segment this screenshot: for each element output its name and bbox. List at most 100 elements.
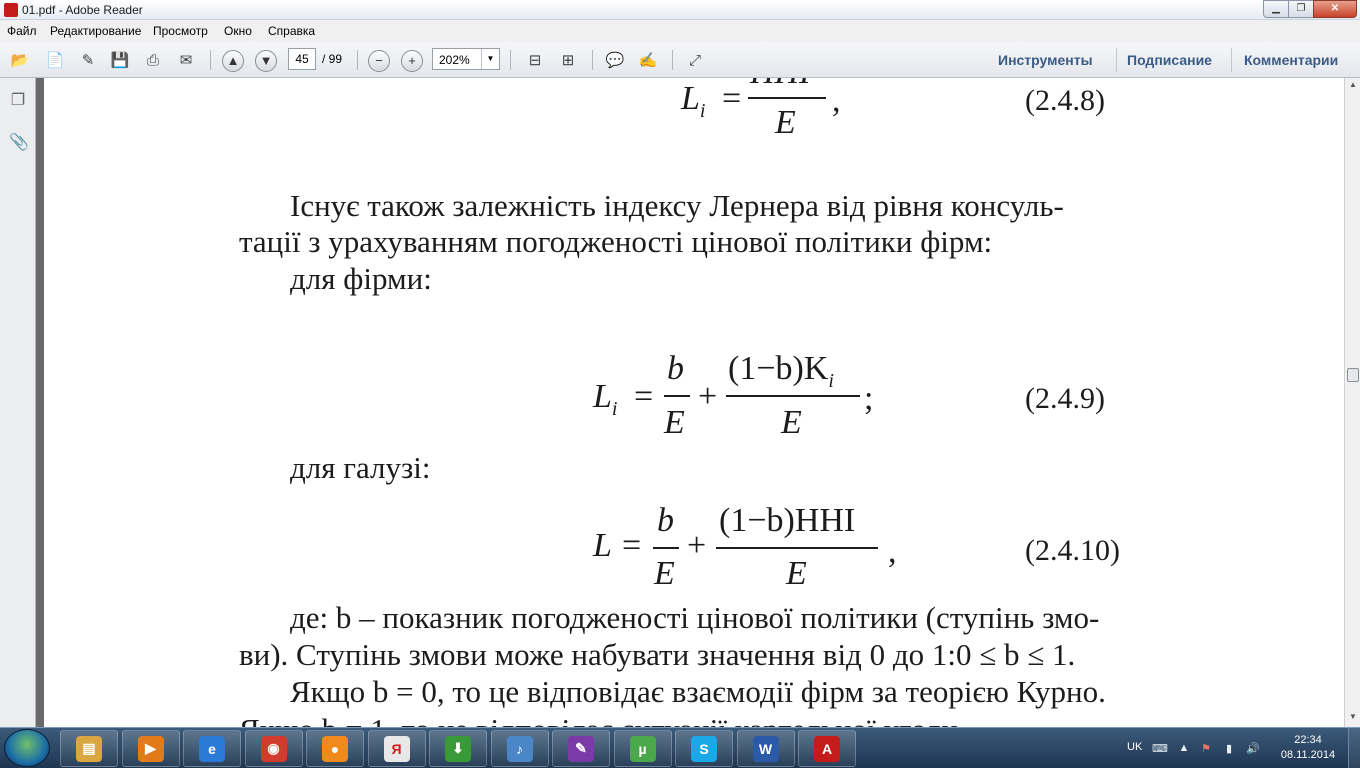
formula-lhs: L <box>593 378 612 415</box>
equation-number: (2.4.10) <box>1025 534 1120 567</box>
formula-numerator: (1−b)Ki <box>728 350 834 393</box>
fit-width-icon[interactable]: ⊞ <box>557 50 579 70</box>
equation-number: (2.4.8) <box>1025 84 1105 117</box>
paragraph-line: для галузі: <box>290 450 431 485</box>
equals-sign: = <box>622 527 642 564</box>
close-button[interactable]: ✕ <box>1313 0 1357 18</box>
print-icon[interactable]: ⎙ <box>142 50 164 70</box>
taskbar-app-yandex-browser[interactable]: Я <box>367 730 426 767</box>
window-title: 01.pdf - Adobe Reader <box>22 3 143 17</box>
previous-page-button[interactable]: ▲ <box>222 50 244 72</box>
menu-view[interactable]: Просмотр <box>153 24 208 38</box>
start-button[interactable] <box>4 729 50 767</box>
volume-icon[interactable]: 🔊 <box>1246 742 1260 756</box>
menu-help[interactable]: Справка <box>268 24 315 38</box>
taskbar-app-adobe-reader[interactable]: A <box>798 730 856 767</box>
taskbar-app-utorrent[interactable]: µ <box>613 730 672 767</box>
network-icon[interactable]: ▮ <box>1222 742 1236 756</box>
word-icon: W <box>752 735 779 762</box>
odnoklassniki-icon: ● <box>322 735 348 762</box>
tray-expand-icon[interactable]: ▲ <box>1177 742 1191 756</box>
create-pdf-icon[interactable]: 📄 <box>44 50 66 70</box>
toolbar-divider <box>672 50 673 70</box>
tools-link[interactable]: Инструменты <box>998 52 1093 68</box>
scroll-up-icon[interactable]: ▲ <box>1347 80 1359 92</box>
fullscreen-icon[interactable]: ⤢ <box>684 50 706 70</box>
fit-page-icon[interactable]: ⊟ <box>524 50 546 70</box>
fraction-bar <box>716 547 878 549</box>
utorrent-icon: µ <box>629 735 656 762</box>
formula-numerator: b <box>657 502 674 539</box>
taskbar-app-audio-player[interactable]: ♪ <box>490 730 549 767</box>
taskbar: ▤ ▶ e ◉ ● Я ⬇ ♪ ✎ µ S W A UK ⌨ ▲ ⚑ ▮ 🔊 22:34 08.11.2… <box>0 727 1360 768</box>
attachments-icon[interactable]: 📎 <box>9 132 29 152</box>
equals-sign: = <box>633 378 654 415</box>
action-center-icon[interactable]: ⚑ <box>1199 742 1213 756</box>
zoom-out-button[interactable]: − <box>368 50 390 72</box>
yandex-browser-icon: Я <box>383 735 410 762</box>
toolbar-divider <box>510 50 511 70</box>
menu-file[interactable]: Файл <box>7 24 37 38</box>
zoom-value: 202% <box>439 53 470 67</box>
vertical-scrollbar[interactable]: ▲ ▼ <box>1344 78 1360 727</box>
taskbar-app-media-player[interactable]: ▶ <box>121 730 180 767</box>
link-divider <box>1116 48 1117 72</box>
formula-punct: ; <box>864 380 874 417</box>
edit-icon[interactable]: ✎ <box>77 50 99 70</box>
paragraph-line: Якщо b = 0, то це відповідає взаємодії ф… <box>290 674 1106 709</box>
system-clock[interactable]: 22:34 08.11.2014 <box>1278 733 1338 763</box>
scrollbar-thumb[interactable] <box>1347 368 1359 382</box>
menu-edit[interactable]: Редактирование <box>50 24 141 38</box>
keyboard-icon[interactable]: ⌨ <box>1152 742 1168 756</box>
formula-subscript: i <box>611 397 618 420</box>
formula-lhs: L <box>681 80 700 117</box>
comment-icon[interactable]: 💬 <box>604 50 626 70</box>
page-number-input[interactable]: 45 <box>288 48 316 70</box>
navigation-panel: ❐ 📎 <box>0 78 36 727</box>
clock-time: 22:34 <box>1294 734 1322 746</box>
minimize-button[interactable]: ▁ <box>1263 0 1289 18</box>
paragraph-line: де: b – показник погодженості цінової по… <box>290 600 1100 635</box>
fraction-bar <box>748 97 826 99</box>
taskbar-app-skype[interactable]: S <box>675 730 733 767</box>
open-icon[interactable]: 📂 <box>9 50 31 70</box>
toolbar-divider <box>357 50 358 70</box>
taskbar-app-internet-explorer[interactable]: e <box>183 730 241 767</box>
formula-denominator: E <box>786 555 807 592</box>
zoom-select[interactable]: 202% ▼ <box>432 48 500 70</box>
fraction-bar <box>726 395 860 397</box>
taskbar-app-explorer[interactable]: ▤ <box>60 730 118 767</box>
formula-denominator: E <box>781 404 802 441</box>
media-player-icon: ▶ <box>137 735 164 762</box>
comments-link[interactable]: Комментарии <box>1244 52 1338 68</box>
email-icon[interactable]: ✉ <box>175 50 197 70</box>
zoom-in-button[interactable]: + <box>401 50 423 72</box>
formula-denominator: E <box>654 555 675 592</box>
taskbar-app-downloader[interactable]: ⬇ <box>429 730 487 767</box>
taskbar-app-onenote[interactable]: ✎ <box>552 730 610 767</box>
formula-denominator: E <box>664 404 685 441</box>
taskbar-app-chrome[interactable]: ◉ <box>244 730 303 767</box>
maximize-button[interactable]: ❐ <box>1288 0 1314 18</box>
skype-icon: S <box>691 735 717 762</box>
page-thumbnails-icon[interactable]: ❐ <box>9 90 27 110</box>
taskbar-app-odnoklassniki[interactable]: ● <box>306 730 364 767</box>
fraction-bar <box>664 395 690 397</box>
next-page-button[interactable]: ▼ <box>255 50 277 72</box>
taskbar-app-word[interactable]: W <box>736 730 795 767</box>
chevron-down-icon[interactable]: ▼ <box>481 49 499 69</box>
formula-denominator: E <box>775 104 796 141</box>
plus-sign: + <box>698 378 718 415</box>
highlight-icon[interactable]: ✍ <box>637 50 659 70</box>
adobe-reader-window: 01.pdf - Adobe Reader ▁ ❐ ✕ Файл Редакти… <box>0 0 1360 768</box>
save-icon[interactable]: 💾 <box>109 50 131 70</box>
page-total: / 99 <box>322 52 343 66</box>
title-bar: 01.pdf - Adobe Reader ▁ ❐ ✕ <box>0 0 1360 20</box>
language-indicator[interactable]: UK <box>1127 741 1142 753</box>
formula-punct: , <box>832 82 841 119</box>
menu-window[interactable]: Окно <box>224 24 252 38</box>
show-desktop-button[interactable] <box>1348 728 1360 768</box>
audio-player-icon: ♪ <box>506 735 533 762</box>
sign-link[interactable]: Подписание <box>1127 52 1212 68</box>
scroll-down-icon[interactable]: ▼ <box>1347 712 1359 724</box>
